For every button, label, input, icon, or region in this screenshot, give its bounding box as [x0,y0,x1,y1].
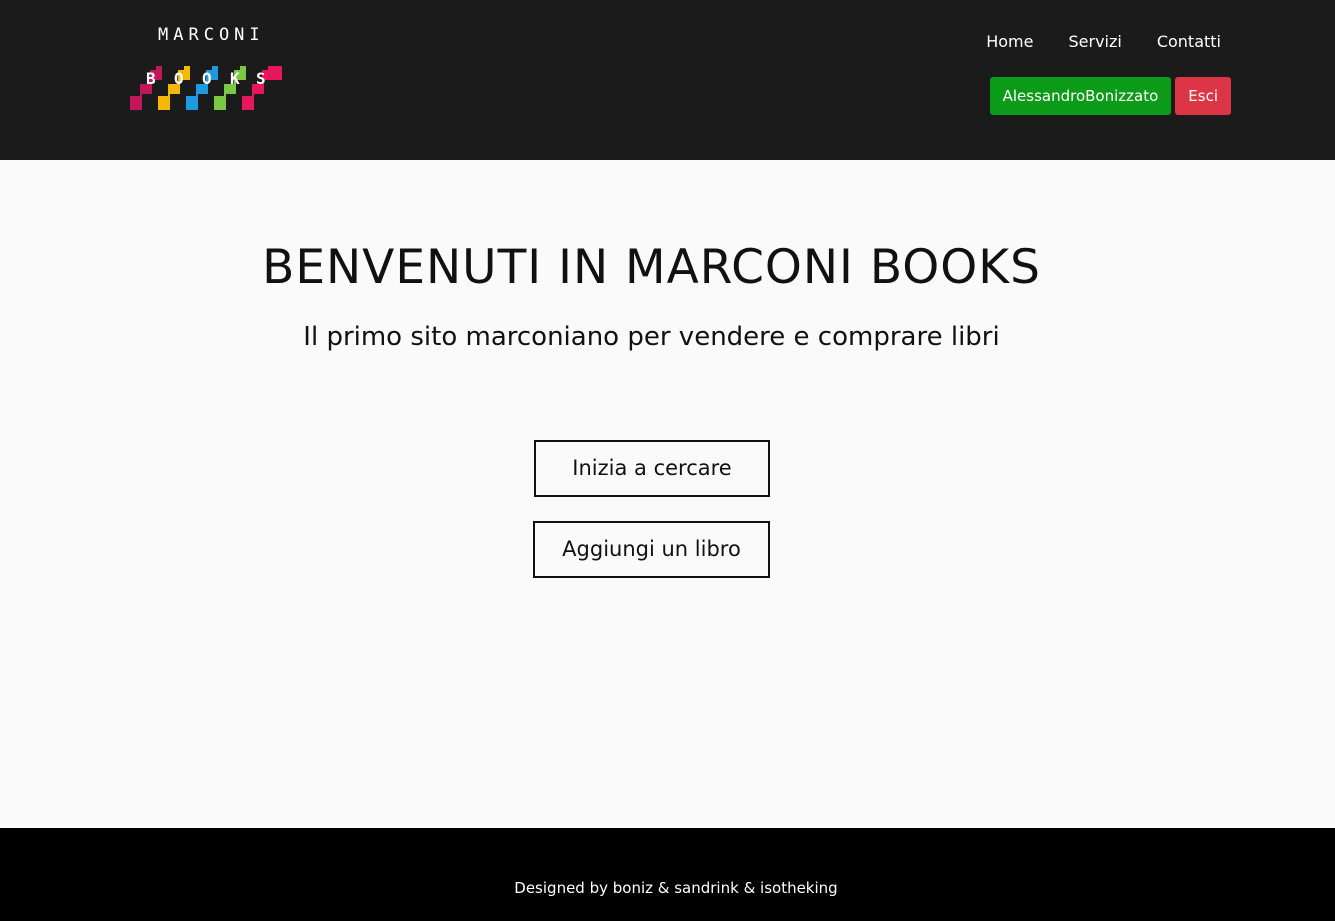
svg-text:B: B [146,69,156,88]
svg-text:MARCONI: MARCONI [158,25,265,45]
start-search-button[interactable]: Inizia a cercare [534,440,770,497]
main-nav: Home Servizi Contatti [986,31,1221,53]
site-header: MARCONI B O O K S Home Servizi Contatti … [0,0,1335,160]
logo-graphic: MARCONI B O O K S [130,25,282,110]
marconi-books-logo[interactable]: MARCONI B O O K S [128,24,284,114]
user-area: AlessandroBonizzato Esci [989,77,1231,115]
svg-text:S: S [256,69,266,88]
footer-credits: Designed by boniz & sandrink & isothekin… [514,879,838,897]
page-title: BENVENUTI IN MARCONI BOOKS [262,240,1041,295]
site-footer: Designed by boniz & sandrink & isothekin… [0,828,1335,921]
logout-button[interactable]: Esci [1175,77,1231,115]
nav-home-link[interactable]: Home [986,31,1033,53]
nav-servizi-link[interactable]: Servizi [1068,31,1121,53]
user-profile-button[interactable]: AlessandroBonizzato [989,77,1172,115]
page-subtitle: Il primo sito marconiano per vendere e c… [303,322,1000,352]
add-book-button[interactable]: Aggiungi un libro [533,521,770,578]
svg-text:O: O [174,69,184,88]
nav-contatti-link[interactable]: Contatti [1157,31,1221,53]
svg-text:O: O [202,69,212,88]
svg-text:K: K [230,69,240,88]
